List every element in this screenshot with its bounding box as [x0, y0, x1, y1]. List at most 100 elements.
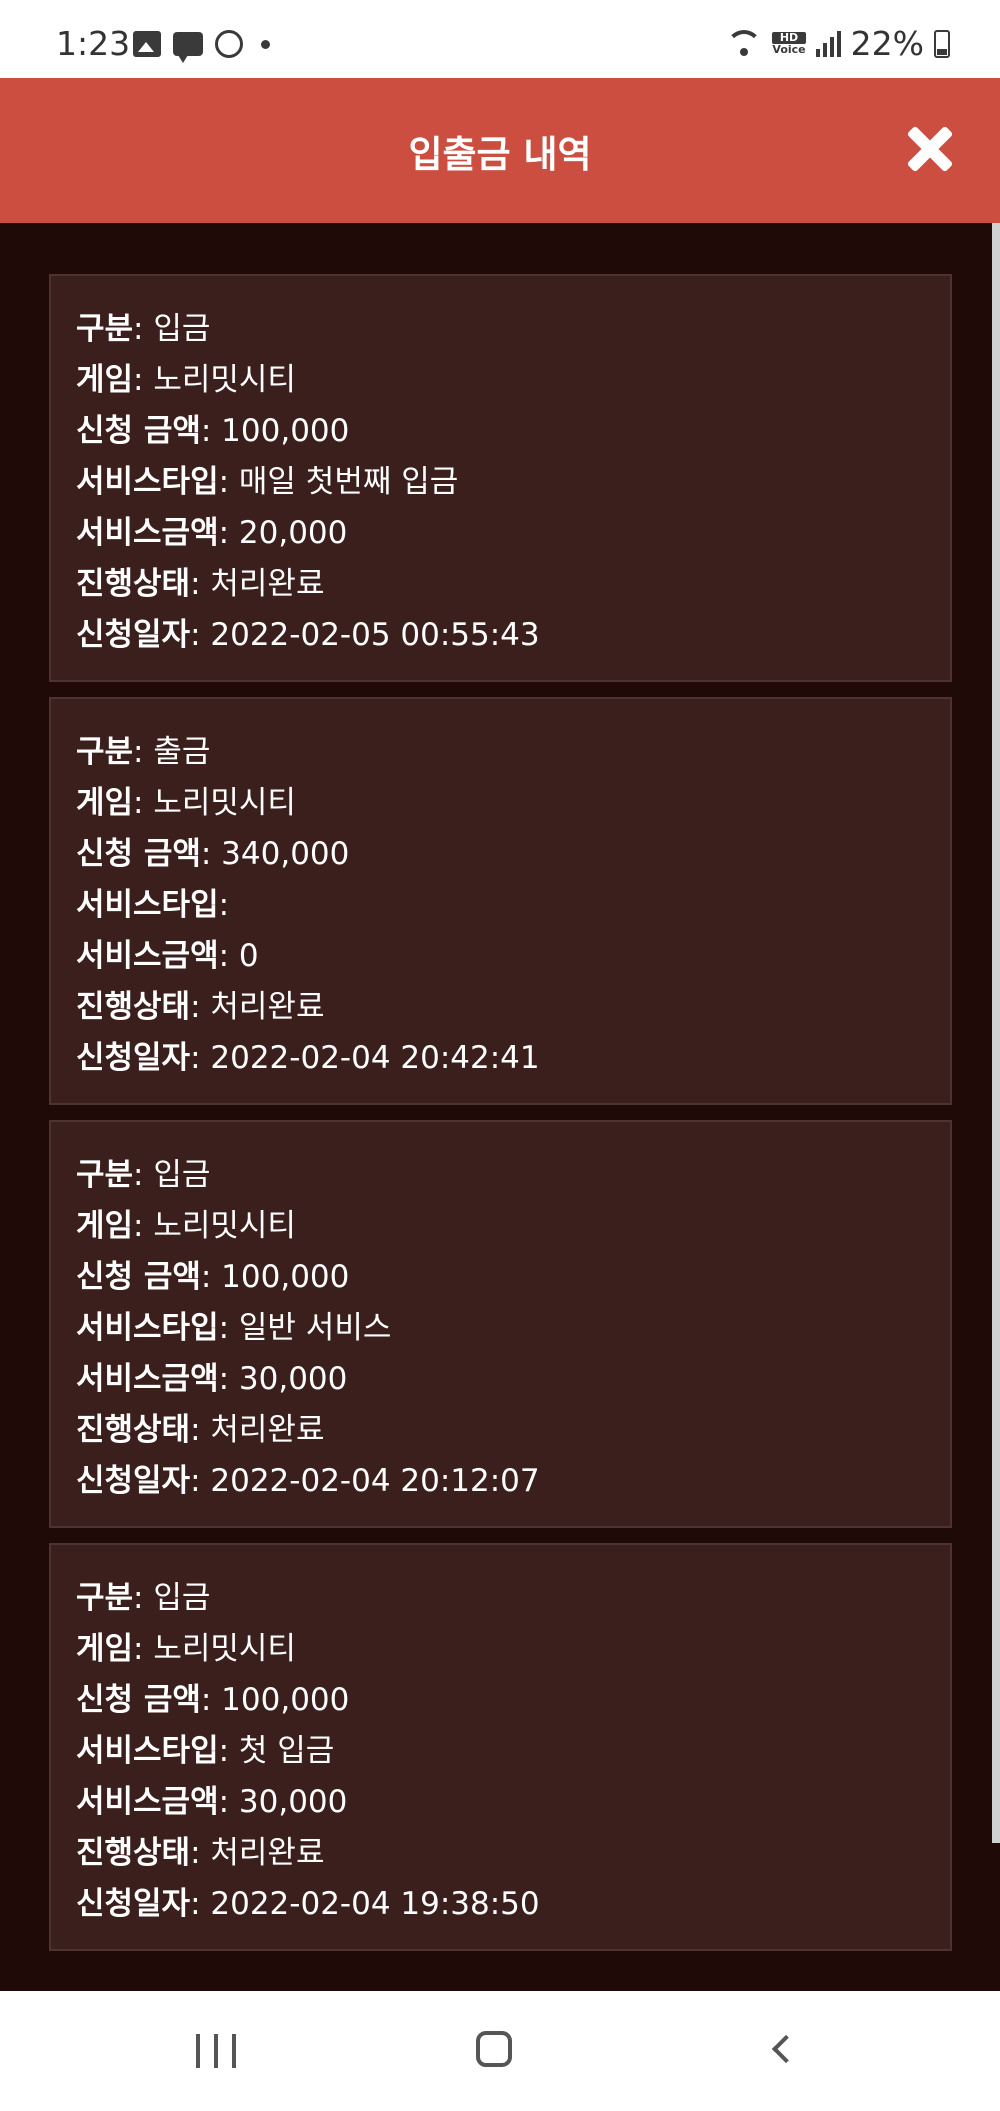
message-icon: [173, 32, 203, 63]
android-nav-bar: [0, 1991, 1000, 2111]
transaction-card: 구분: 입금 게임: 노리밋시티 신청 금액: 100,000 서비스타입: 일…: [49, 1120, 952, 1528]
row-service-type: 서비스타입:: [76, 880, 950, 931]
recents-icon[interactable]: [196, 2034, 236, 2068]
status-bar: 1:23 HD Voice 22%: [0, 0, 1000, 78]
row-service-amount: 서비스금액: 20,000: [76, 508, 950, 559]
row-amount: 신청 금액: 100,000: [76, 406, 950, 457]
label-status: 진행상태: [76, 1835, 191, 1871]
value-service-amount: : 20,000: [218, 515, 348, 551]
row-service-type: 서비스타입: 일반 서비스: [76, 1303, 950, 1354]
transaction-history-dialog: 입출금 내역 구분: 입금 게임: 노리밋시티 신청 금액: 100,000 서…: [0, 78, 1000, 1991]
label-service-type: 서비스타입: [76, 887, 219, 923]
label-game: 게임: [76, 785, 134, 821]
label-date: 신청일자: [76, 617, 191, 653]
row-status: 진행상태: 처리완료: [76, 982, 950, 1033]
label-type: 구분: [76, 311, 134, 347]
alarm-icon: [215, 30, 243, 58]
label-service-amount: 서비스금액: [76, 1784, 219, 1820]
value-date: : 2022-02-05 00:55:43: [190, 617, 540, 653]
label-service-type: 서비스타입: [76, 1733, 219, 1769]
dialog-header: 입출금 내역: [0, 78, 1000, 223]
value-service-amount: : 0: [218, 938, 259, 974]
row-service-type: 서비스타입: 첫 입금: [76, 1726, 950, 1777]
battery-icon: [934, 29, 950, 58]
value-date: : 2022-02-04 20:12:07: [190, 1463, 540, 1499]
value-date: : 2022-02-04 19:38:50: [190, 1886, 540, 1922]
value-type: : 입금: [133, 311, 211, 347]
transaction-card: 구분: 입금 게임: 노리밋시티 신청 금액: 100,000 서비스타입: 매…: [49, 274, 952, 682]
value-game: : 노리밋시티: [133, 1208, 296, 1244]
image-icon: [133, 31, 161, 57]
label-status: 진행상태: [76, 989, 191, 1025]
value-service-amount: : 30,000: [218, 1784, 348, 1820]
hd-voice-icon: HD Voice: [772, 31, 806, 56]
transaction-card: 구분: 출금 게임: 노리밋시티 신청 금액: 340,000 서비스타입: 서…: [49, 697, 952, 1105]
value-service-amount: : 30,000: [218, 1361, 348, 1397]
value-game: : 노리밋시티: [133, 362, 296, 398]
value-status: : 처리완료: [190, 1412, 325, 1448]
transaction-card: 구분: 입금 게임: 노리밋시티 신청 금액: 100,000 서비스타입: 첫…: [49, 1543, 952, 1951]
value-service-type: : 일반 서비스: [218, 1310, 392, 1346]
row-service-amount: 서비스금액: 0: [76, 931, 950, 982]
value-game: : 노리밋시티: [133, 1631, 296, 1667]
status-notification-icons: [133, 30, 270, 63]
label-date: 신청일자: [76, 1886, 191, 1922]
value-amount: : 100,000: [200, 413, 350, 449]
row-date: 신청일자: 2022-02-04 19:38:50: [76, 1879, 950, 1930]
row-status: 진행상태: 처리완료: [76, 1405, 950, 1456]
label-amount: 신청 금액: [76, 413, 201, 449]
row-service-amount: 서비스금액: 30,000: [76, 1354, 950, 1405]
row-amount: 신청 금액: 100,000: [76, 1675, 950, 1726]
label-service-amount: 서비스금액: [76, 1361, 219, 1397]
row-game: 게임: 노리밋시티: [76, 778, 950, 829]
row-status: 진행상태: 처리완료: [76, 559, 950, 610]
value-status: : 처리완료: [190, 1835, 325, 1871]
close-icon[interactable]: [905, 124, 955, 174]
back-icon[interactable]: [768, 2035, 796, 2063]
wifi-icon: [726, 29, 763, 58]
row-date: 신청일자: 2022-02-04 20:12:07: [76, 1456, 950, 1507]
label-service-type: 서비스타입: [76, 1310, 219, 1346]
label-service-amount: 서비스금액: [76, 515, 219, 551]
voice-label: Voice: [772, 42, 806, 56]
label-amount: 신청 금액: [76, 836, 201, 872]
label-date: 신청일자: [76, 1463, 191, 1499]
value-service-type: : 매일 첫번째 입금: [218, 464, 459, 500]
row-game: 게임: 노리밋시티: [76, 355, 950, 406]
signal-icon: [815, 30, 841, 57]
row-amount: 신청 금액: 340,000: [76, 829, 950, 880]
scrollbar[interactable]: [992, 223, 1000, 1843]
value-amount: : 100,000: [200, 1682, 350, 1718]
home-icon[interactable]: [476, 2031, 512, 2067]
row-date: 신청일자: 2022-02-05 00:55:43: [76, 610, 950, 661]
row-service-amount: 서비스금액: 30,000: [76, 1777, 950, 1828]
value-status: : 처리완료: [190, 566, 325, 602]
label-type: 구분: [76, 1157, 134, 1193]
label-type: 구분: [76, 734, 134, 770]
row-game: 게임: 노리밋시티: [76, 1624, 950, 1675]
label-type: 구분: [76, 1580, 134, 1616]
value-type: : 출금: [133, 734, 211, 770]
label-amount: 신청 금액: [76, 1682, 201, 1718]
row-type: 구분: 입금: [76, 304, 950, 355]
label-status: 진행상태: [76, 1412, 191, 1448]
label-game: 게임: [76, 362, 134, 398]
row-type: 구분: 출금: [76, 727, 950, 778]
value-service-type: :: [218, 887, 230, 923]
label-date: 신청일자: [76, 1040, 191, 1076]
value-amount: : 340,000: [200, 836, 350, 872]
row-status: 진행상태: 처리완료: [76, 1828, 950, 1879]
label-game: 게임: [76, 1208, 134, 1244]
value-service-type: : 첫 입금: [218, 1733, 335, 1769]
row-date: 신청일자: 2022-02-04 20:42:41: [76, 1033, 950, 1084]
battery-percentage: 22%: [850, 24, 924, 63]
label-amount: 신청 금액: [76, 1259, 201, 1295]
value-type: : 입금: [133, 1157, 211, 1193]
value-status: : 처리완료: [190, 989, 325, 1025]
status-system-icons: HD Voice 22%: [726, 24, 950, 63]
label-status: 진행상태: [76, 566, 191, 602]
label-game: 게임: [76, 1631, 134, 1667]
label-service-amount: 서비스금액: [76, 938, 219, 974]
row-type: 구분: 입금: [76, 1573, 950, 1624]
value-game: : 노리밋시티: [133, 785, 296, 821]
